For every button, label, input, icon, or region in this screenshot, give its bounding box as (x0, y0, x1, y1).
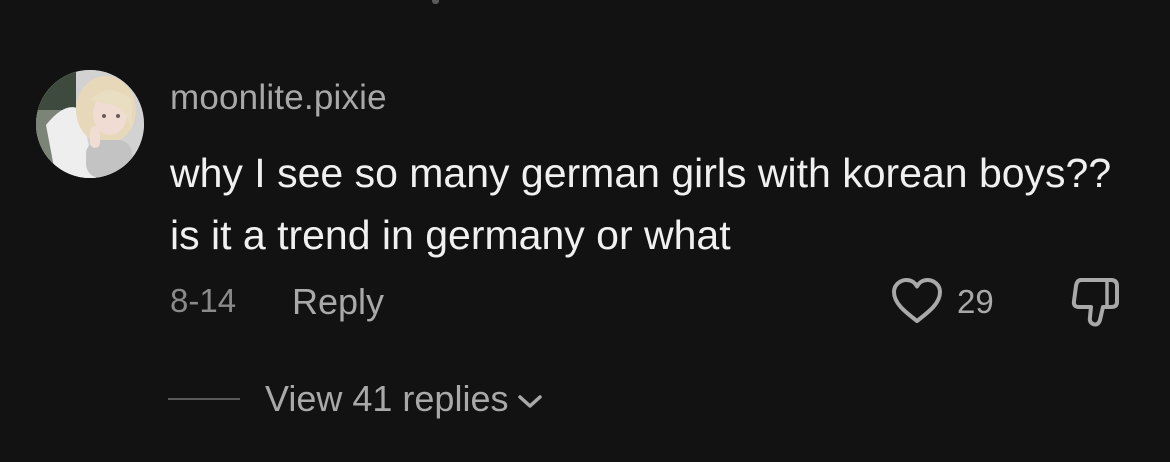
comment-text: why I see so many german girls with kore… (170, 150, 1112, 258)
avatar[interactable] (36, 70, 144, 178)
comment-date: 8-14 (170, 282, 237, 319)
like-count: 29 (957, 283, 994, 320)
thumbs-down-icon (1071, 278, 1119, 327)
dislike-button[interactable] (1067, 274, 1127, 330)
replies-divider (168, 398, 240, 400)
avatar-image (36, 70, 144, 178)
chevron-down-icon (518, 395, 543, 408)
like-button[interactable] (890, 276, 944, 326)
heart-outline-icon (892, 278, 942, 323)
comment-username[interactable]: moonlite.pixie (170, 78, 387, 118)
view-replies-button[interactable]: View 41 replies (265, 376, 544, 422)
view-replies-label: View 41 replies (265, 378, 509, 419)
reply-button[interactable]: Reply (292, 281, 384, 323)
scroll-edge-indicator (432, 0, 439, 4)
